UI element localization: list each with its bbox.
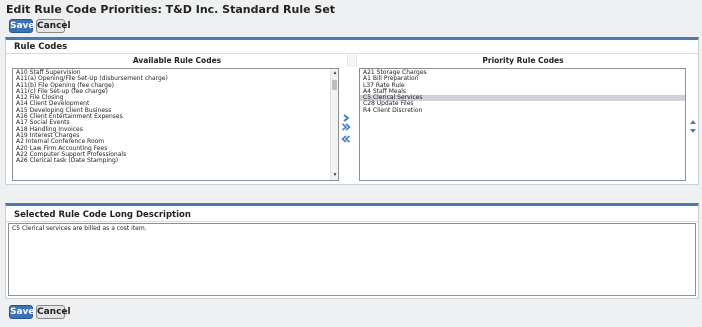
- double-chevron-left-icon[interactable]: [341, 134, 351, 144]
- page-title: Edit Rule Code Priorities: T&D Inc. Stan…: [6, 3, 336, 16]
- list-item[interactable]: R4 Client Discretion: [360, 107, 685, 114]
- long-description-panel: Selected Rule Code Long Description C5 C…: [5, 203, 699, 299]
- panel-divider: [6, 221, 698, 222]
- rule-codes-section-title: Rule Codes: [14, 42, 68, 52]
- header-spacer: [347, 55, 357, 67]
- rule-codes-panel: Rule Codes Available Rule Codes Priority…: [5, 37, 699, 185]
- scroll-down-icon[interactable]: ▼: [332, 172, 338, 179]
- list-item[interactable]: A26 Clerical task (Date Stamping): [13, 157, 329, 164]
- save-button-top[interactable]: Save: [9, 19, 35, 33]
- panel-divider: [6, 53, 698, 54]
- scroll-up-icon[interactable]: ▲: [332, 70, 338, 77]
- priority-rule-codes-list[interactable]: A21 Storage Charges A1 Bill Preparation L3…: [359, 68, 686, 181]
- save-button-bottom[interactable]: Save: [9, 305, 35, 319]
- cancel-button-top[interactable]: Cancel: [36, 19, 71, 33]
- available-rule-codes-header: Available Rule Codes: [132, 56, 222, 65]
- triangle-down-icon[interactable]: [688, 126, 698, 136]
- double-chevron-right-icon[interactable]: [341, 122, 351, 132]
- cancel-button-bottom[interactable]: Cancel: [36, 305, 71, 319]
- column-headers: Available Rule Codes Priority Rule Codes: [6, 55, 698, 67]
- scroll-thumb[interactable]: [332, 80, 337, 90]
- available-list-scrollbar[interactable]: ▲ ▼: [330, 69, 338, 180]
- priority-rule-codes-header: Priority Rule Codes: [482, 56, 564, 65]
- available-rule-codes-list[interactable]: A10 Staff Supervision A11(a) Opening/File…: [12, 68, 339, 181]
- long-description-textarea[interactable]: C5 Clerical services are billed as a cos…: [8, 223, 696, 296]
- long-description-section-title: Selected Rule Code Long Description: [14, 210, 191, 220]
